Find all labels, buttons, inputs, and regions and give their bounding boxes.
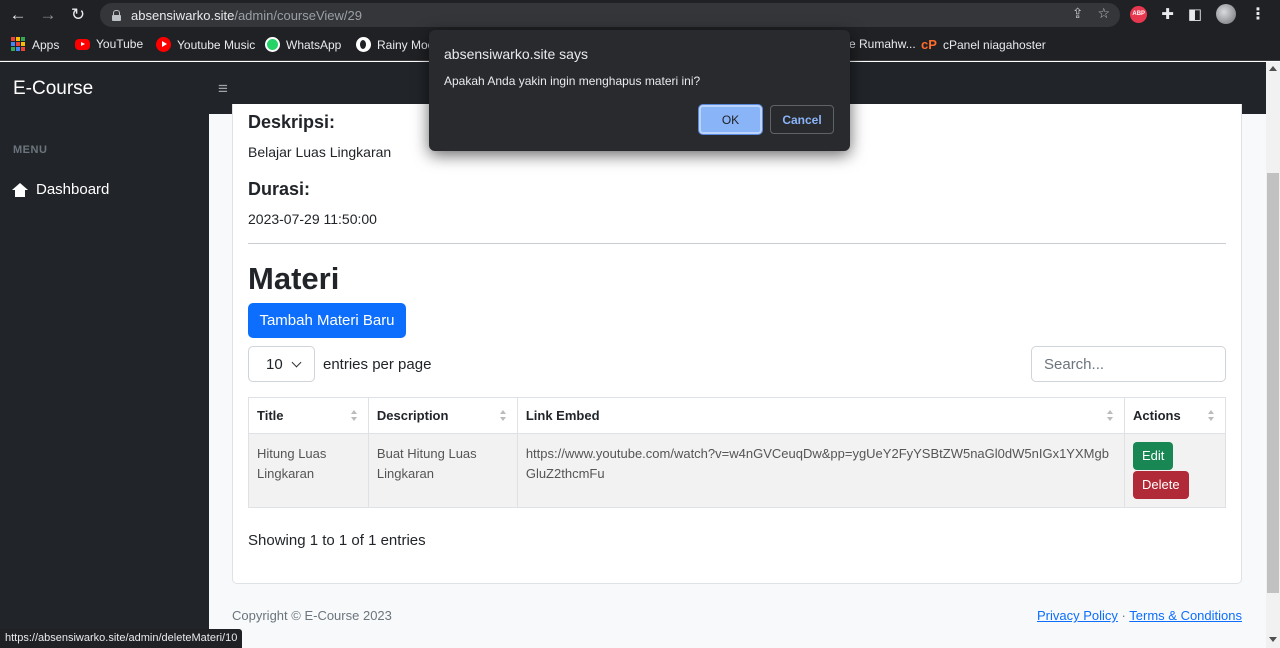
bookmark-label: Apps [32, 37, 60, 52]
bookmark-label: cPanel niagahoster [943, 37, 1046, 52]
copyright: Copyright © E-Course 2023 [232, 608, 392, 623]
bookmark-label: WhatsApp [286, 37, 342, 52]
browser-menu-icon[interactable]: ⋮ [1250, 4, 1266, 24]
reload-icon[interactable]: ↻ [66, 3, 90, 27]
cell-title: Hitung Luas Lingkaran [248, 433, 369, 508]
dialog-message: Apakah Anda yakin ingin menghapus materi… [444, 74, 701, 88]
materi-title: Materi [248, 261, 340, 296]
bookmark-whatsapp[interactable]: WhatsApp [265, 37, 341, 52]
scroll-up-arrow-icon[interactable] [1269, 66, 1277, 71]
star-icon[interactable]: ☆ [1097, 5, 1110, 22]
sort-icon [499, 410, 507, 422]
bookmark-apps[interactable]: Apps [11, 37, 59, 52]
description-heading: Deskripsi: [248, 112, 336, 132]
rainy-mood-icon [356, 37, 371, 52]
column-label: Description [376, 408, 449, 423]
footer: Copyright © E-Course 2023 Privacy Policy… [232, 608, 1242, 623]
sort-icon [1107, 410, 1114, 422]
bookmark-rumahweb[interactable]: e Rumahw... [849, 37, 916, 51]
table-row: Hitung Luas Lingkaran Buat Hitung Luas L… [248, 433, 1226, 508]
sidebar-heading: MENU [13, 144, 48, 156]
table-info: Showing 1 to 1 of 1 entries [248, 532, 426, 549]
bookmark-label: Rainy Moc [377, 37, 434, 52]
lock-icon[interactable] [112, 9, 121, 21]
column-header-link-embed[interactable]: Link Embed [516, 397, 1126, 434]
forward-icon[interactable]: → [36, 3, 60, 27]
bookmark-label: e Rumahw... [849, 37, 916, 51]
bookmark-youtube-music[interactable]: Youtube Music [156, 37, 255, 52]
cancel-button[interactable]: Cancel [770, 105, 834, 134]
entries-per-page-select[interactable]: 10 [248, 346, 315, 382]
sort-icon [350, 410, 358, 422]
column-label: Title [257, 408, 284, 423]
home-icon [12, 182, 28, 197]
column-label: Actions [1133, 408, 1181, 423]
terms-link[interactable]: Terms & Conditions [1129, 608, 1242, 623]
bookmark-label: YouTube [96, 37, 144, 51]
side-panel-icon[interactable]: ◧ [1188, 5, 1202, 23]
sort-icon [1208, 410, 1215, 422]
bookmark-cpanel[interactable]: cP cPanel niagahoster [921, 37, 1046, 52]
column-header-description[interactable]: Description [367, 397, 518, 434]
column-label: Link Embed [525, 408, 600, 423]
bookmark-rainy-mood[interactable]: Rainy Moc [356, 37, 434, 52]
bookmark-label: Youtube Music [177, 37, 256, 52]
main-content: Deskripsi: Belajar Luas Lingkaran Durasi… [209, 104, 1266, 648]
back-icon[interactable]: ← [6, 3, 30, 27]
url-host: absensiwarko.site [131, 7, 235, 23]
confirm-dialog: absensiwarko.site says Apakah Anda yakin… [429, 30, 850, 151]
brand-logo[interactable]: E-Course [13, 78, 93, 100]
whatsapp-icon [265, 37, 280, 52]
address-bar[interactable]: absensiwarko.site/admin/courseView/29 ⇪ … [100, 3, 1120, 27]
cell-actions: Edit Delete [1124, 433, 1226, 508]
per-page-label: entries per page [323, 356, 432, 373]
edit-button[interactable]: Edit [1133, 442, 1174, 470]
per-page-value: 10 [266, 355, 283, 373]
cell-link: https://www.youtube.com/watch?v=w4nGVCeu… [516, 433, 1126, 508]
privacy-policy-link[interactable]: Privacy Policy [1037, 608, 1118, 623]
delete-button[interactable]: Delete [1133, 471, 1189, 499]
link-status-bar: https://absensiwarko.site/admin/deleteMa… [0, 629, 243, 648]
footer-separator: · [1121, 608, 1126, 623]
share-icon[interactable]: ⇪ [1072, 5, 1084, 22]
youtube-music-icon [156, 37, 171, 52]
browser-toolbar: ← → ↻ absensiwarko.site/admin/courseView… [0, 0, 1280, 30]
dialog-title: absensiwarko.site says [444, 46, 588, 62]
scrollbar-thumb[interactable] [1267, 173, 1279, 593]
search-input[interactable] [1031, 346, 1226, 382]
apps-grid-icon [11, 37, 26, 52]
materi-table: Title Description Link Embed Actions Hit… [248, 397, 1226, 508]
sidebar-item-dashboard[interactable]: Dashboard [12, 181, 109, 198]
extensions-icon[interactable]: ✚ [1161, 5, 1174, 23]
ok-button[interactable]: OK [699, 105, 762, 134]
add-materi-button[interactable]: Tambah Materi Baru [248, 303, 406, 338]
cpanel-icon: cP [921, 37, 937, 52]
profile-avatar[interactable] [1216, 4, 1236, 24]
scroll-down-arrow-icon[interactable] [1269, 637, 1277, 642]
duration-value: 2023-07-29 11:50:00 [248, 211, 377, 227]
youtube-icon [75, 38, 90, 50]
sidebar-item-label: Dashboard [36, 181, 110, 198]
sidebar: MENU Dashboard [0, 114, 209, 648]
column-header-actions[interactable]: Actions [1124, 397, 1226, 434]
cell-description: Buat Hitung Luas Lingkaran [367, 433, 518, 508]
divider [248, 243, 1226, 244]
column-header-title[interactable]: Title [248, 397, 369, 434]
chevron-down-icon [291, 357, 302, 367]
description-value: Belajar Luas Lingkaran [248, 144, 392, 160]
url-path: /admin/courseView/29 [234, 7, 362, 23]
bookmark-youtube[interactable]: YouTube [75, 37, 143, 51]
sidebar-toggle-icon[interactable]: ≡ [218, 79, 228, 99]
adblock-plus-icon[interactable]: ABP [1130, 5, 1148, 23]
duration-heading: Durasi: [248, 179, 311, 199]
course-card: Deskripsi: Belajar Luas Lingkaran Durasi… [232, 104, 1242, 584]
